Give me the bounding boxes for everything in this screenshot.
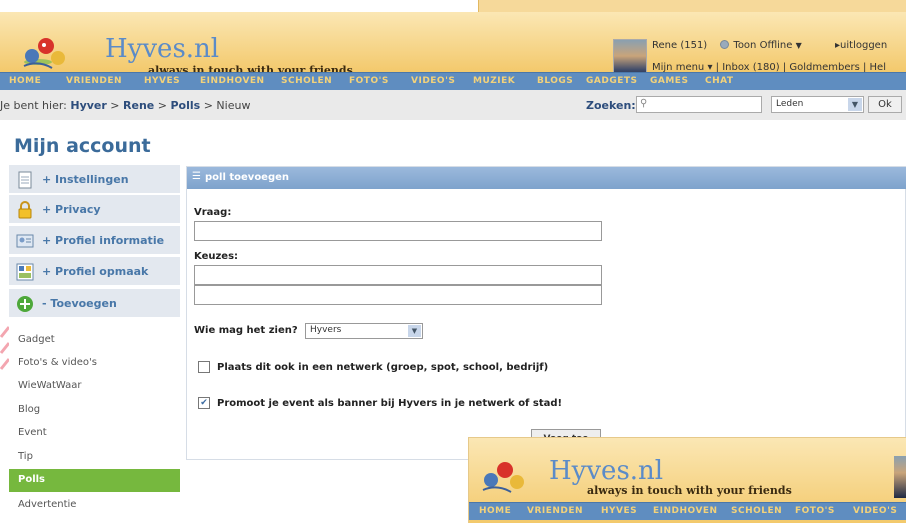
overlay-avatar (894, 456, 906, 498)
visibility-select[interactable]: Hyvers ▼ (305, 323, 423, 339)
breadcrumb-current: Nieuw (216, 99, 251, 112)
user-name-count[interactable]: Rene (151) (652, 40, 707, 51)
breadcrumb-bar: Je bent hier: Hyver > Rene > Polls > Nie… (0, 90, 906, 120)
promote-checkbox[interactable]: ✔ (198, 397, 210, 409)
chevron-down-icon: ▼ (848, 98, 862, 111)
site-header: Hyves.nl always in touch with your frien… (0, 12, 906, 81)
brand-name[interactable]: Hyves.nl (105, 34, 219, 64)
logout-link[interactable]: ▸uitloggen (835, 40, 887, 51)
overlay-nav: HOME VRIENDEN HYVES EINDHOVEN SCHOLEN FO… (469, 502, 906, 520)
page-title: Mijn account (14, 135, 151, 157)
sidebar-item-profiel-opmaak[interactable]: + Profiel opmaak (9, 257, 180, 287)
top-strip-tab (478, 0, 906, 12)
choice-input-2[interactable] (194, 285, 602, 305)
layout-icon (16, 263, 34, 281)
sidebar-item-profiel-informatie[interactable]: + Profiel informatie (9, 226, 180, 256)
breadcrumb-link-hyver[interactable]: Hyver (70, 99, 106, 112)
sidebar-item-label: + Privacy (42, 203, 101, 216)
breadcrumb-sep: > (200, 99, 217, 112)
sidebar-item-label: + Instellingen (42, 173, 129, 186)
search-label: Zoeken: (586, 99, 636, 112)
search-scope-select[interactable]: Leden ▼ (771, 96, 864, 113)
overlay-nav-hyves[interactable]: HYVES (601, 506, 637, 516)
nav-item-videos[interactable]: VIDEO'S (411, 76, 455, 86)
breadcrumb-sep: > (106, 99, 124, 112)
document-icon (18, 171, 32, 189)
add-circle-icon (17, 296, 33, 312)
overlay-nav-videos[interactable]: VIDEO'S (853, 506, 897, 516)
sidebar-sub-blog[interactable]: Blog (9, 399, 180, 422)
id-card-icon (16, 234, 34, 248)
nav-item-scholen[interactable]: SCHOLEN (281, 76, 332, 86)
nav-item-blogs[interactable]: BLOGS (537, 76, 573, 86)
search-icon: ⚲ (640, 98, 648, 109)
main-nav: HOME VRIENDEN HYVES EINDHOVEN SCHOLEN FO… (0, 72, 906, 90)
sidebar-item-label: + Profiel opmaak (42, 265, 149, 278)
sidebar-sub-polls[interactable]: Polls (9, 469, 180, 492)
chevron-down-icon: ▼ (408, 325, 421, 337)
question-input[interactable] (194, 221, 602, 241)
nav-item-games[interactable]: GAMES (650, 76, 688, 86)
sidebar-sub-tip[interactable]: Tip (9, 446, 180, 469)
top-strip (0, 0, 906, 12)
overlay-brand-name: Hyves.nl (549, 456, 664, 486)
network-checkbox[interactable] (198, 361, 210, 373)
nav-item-eindhoven[interactable]: EINDHOVEN (200, 76, 265, 86)
breadcrumb-link-polls[interactable]: Polls (170, 99, 200, 112)
sidebar-sub-wiewatwaar[interactable]: WieWatWaar (9, 375, 180, 398)
hyves-logo-icon[interactable] (18, 32, 78, 74)
sidebar-item-instellingen[interactable]: + Instellingen (9, 165, 180, 195)
overlay-nav-scholen[interactable]: SCHOLEN (731, 506, 782, 516)
network-checkbox-label: Plaats dit ook in een netwerk (groep, sp… (217, 362, 549, 373)
panel-header: ☰ poll toevoegen (187, 167, 906, 189)
search-scope-value: Leden (776, 99, 804, 109)
nav-item-chat[interactable]: CHAT (705, 76, 734, 86)
nav-item-home[interactable]: HOME (9, 76, 41, 86)
nav-item-fotos[interactable]: FOTO'S (349, 76, 389, 86)
visibility-label: Wie mag het zien? (194, 325, 298, 336)
status-dot-icon (720, 40, 730, 49)
promote-checkbox-label: Promoot je event als banner bij Hyvers i… (217, 398, 563, 409)
nav-item-hyves[interactable]: HYVES (144, 76, 180, 86)
toon-offline-button[interactable]: Toon Offline (733, 40, 792, 51)
sidebar-item-toevoegen[interactable]: - Toevoegen (9, 289, 180, 319)
nav-item-muziek[interactable]: MUZIEK (473, 76, 515, 86)
overlay-nav-fotos[interactable]: FOTO'S (795, 506, 835, 516)
nav-item-vrienden[interactable]: VRIENDEN (66, 76, 122, 86)
sidebar-sub-gadget[interactable]: Gadget (9, 329, 180, 352)
decorative-mark (0, 326, 9, 370)
breadcrumb-sep: > (154, 99, 171, 112)
sidebar-item-privacy[interactable]: + Privacy (9, 195, 180, 225)
sidebar-sub-fotos-videos[interactable]: Foto's & video's (9, 352, 180, 375)
sidebar-sub-advertentie[interactable]: Advertentie (9, 494, 180, 517)
nav-item-gadgets[interactable]: GADGETS (586, 76, 637, 86)
overlay-nav-eindhoven[interactable]: EINDHOVEN (653, 506, 718, 516)
panel-title: poll toevoegen (205, 172, 290, 183)
breadcrumb-link-rene[interactable]: Rene (123, 99, 154, 112)
overlay-nav-vrienden[interactable]: VRIENDEN (527, 506, 583, 516)
poll-form-panel: ☰ poll toevoegen Vraag: Keuzes: Wie mag … (186, 166, 906, 460)
search-ok-button[interactable]: Ok (868, 96, 902, 113)
overlay-nav-home[interactable]: HOME (479, 506, 511, 516)
search-input[interactable]: ⚲ (636, 96, 762, 113)
lock-icon (18, 201, 32, 219)
overlay-window: Hyves.nl always in touch with your frien… (468, 437, 906, 523)
breadcrumb-prefix: Je bent hier: (0, 99, 71, 112)
question-label: Vraag: (194, 207, 232, 218)
overlay-brand-tagline: always in touch with your friends (587, 484, 792, 497)
poll-icon: ☰ (192, 171, 201, 182)
sidebar-item-label: + Profiel informatie (42, 234, 165, 247)
sidebar-item-label: - Toevoegen (42, 297, 117, 310)
choice-input-1[interactable] (194, 265, 602, 285)
chevron-down-icon: ▼ (795, 41, 802, 50)
logout-label: uitloggen (840, 40, 888, 51)
choices-label: Keuzes: (194, 251, 239, 262)
hyves-logo-icon (482, 462, 524, 493)
breadcrumb: Je bent hier: Hyver > Rene > Polls > Nie… (0, 99, 250, 112)
visibility-value: Hyvers (310, 325, 342, 335)
user-status-line: Rene (151) Toon Offline ▼ (652, 40, 802, 51)
sidebar-sub-event[interactable]: Event (9, 422, 180, 445)
